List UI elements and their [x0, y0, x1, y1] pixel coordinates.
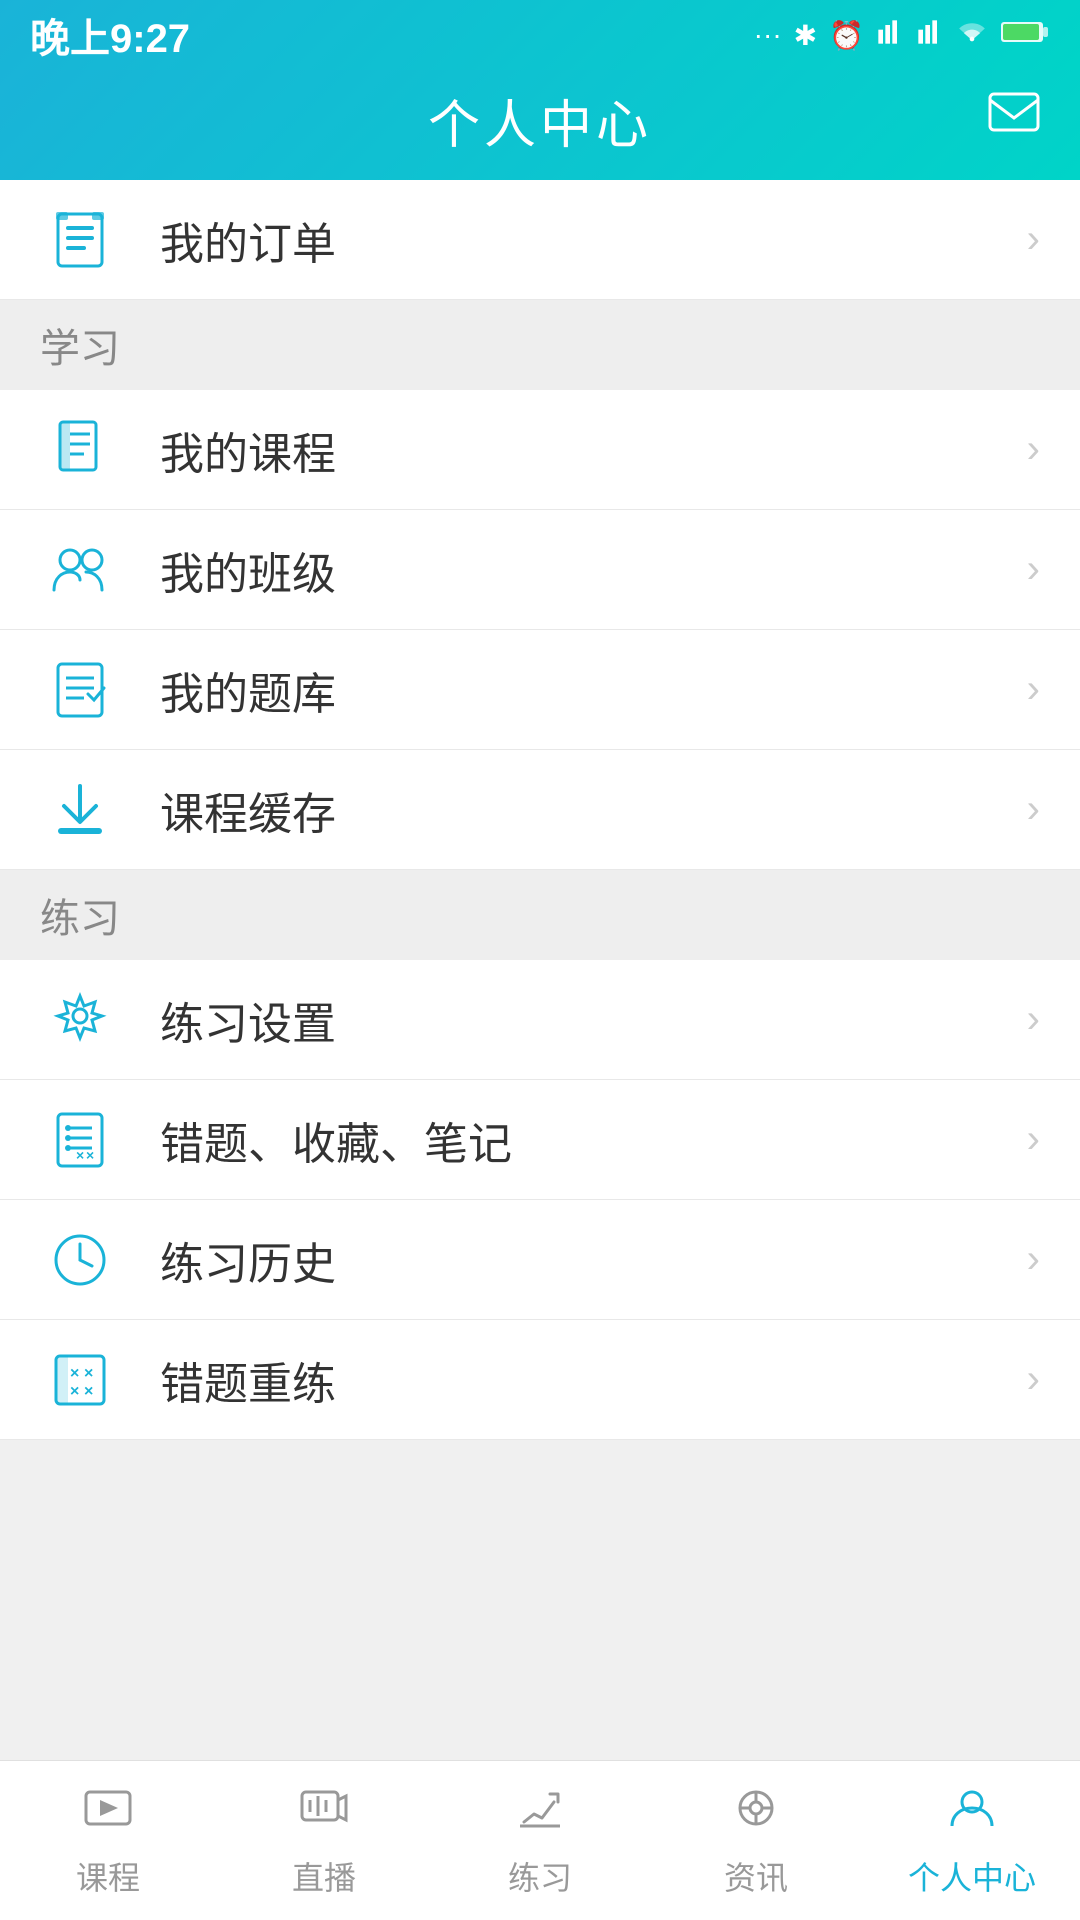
svg-text:×: ×: [84, 1383, 93, 1400]
signal1-icon: [876, 18, 904, 53]
status-time: 晚上9:27: [30, 6, 190, 64]
chevron-icon: ›: [1027, 1357, 1040, 1402]
courses-nav-label: 课程: [76, 1853, 140, 1899]
battery-icon: [1000, 18, 1050, 53]
download-icon: [40, 770, 120, 850]
svg-text:×: ×: [76, 1147, 84, 1163]
study-section-title: 学习: [40, 316, 120, 374]
news-nav-icon: [730, 1783, 782, 1843]
live-nav-icon: [298, 1783, 350, 1843]
signal2-icon: [916, 18, 944, 53]
main-content: 我的订单 › 学习 我的课程 ›: [0, 180, 1080, 1760]
svg-text:×: ×: [86, 1147, 94, 1163]
svg-text:×: ×: [70, 1383, 79, 1400]
profile-nav-label: 个人中心: [908, 1853, 1036, 1899]
nav-practice[interactable]: 练习: [432, 1761, 648, 1920]
my-orders-label: 我的订单: [160, 208, 1027, 272]
my-courses-item[interactable]: 我的课程 ›: [0, 390, 1080, 510]
practice-history-item[interactable]: 练习历史 ›: [0, 1200, 1080, 1320]
nav-news[interactable]: 资讯: [648, 1761, 864, 1920]
my-questions-item[interactable]: 我的题库 ›: [0, 630, 1080, 750]
profile-nav-icon: [946, 1783, 998, 1843]
course-cache-item[interactable]: 课程缓存 ›: [0, 750, 1080, 870]
chevron-icon: ›: [1027, 217, 1040, 262]
questions-icon: [40, 650, 120, 730]
my-courses-label: 我的课程: [160, 418, 1027, 482]
notes-icon: × ×: [40, 1100, 120, 1180]
message-icon[interactable]: [988, 92, 1040, 148]
settings-icon: [40, 980, 120, 1060]
app-header: 个人中心: [0, 70, 1080, 180]
my-class-item[interactable]: 我的班级 ›: [0, 510, 1080, 630]
practice-section-title: 练习: [40, 886, 120, 944]
practice-nav-label: 练习: [508, 1853, 572, 1899]
news-nav-label: 资讯: [724, 1853, 788, 1899]
courses-icon: [40, 410, 120, 490]
history-icon: [40, 1220, 120, 1300]
orders-icon: [40, 200, 120, 280]
my-orders-item[interactable]: 我的订单 ›: [0, 180, 1080, 300]
nav-profile[interactable]: 个人中心: [864, 1761, 1080, 1920]
status-icons: ··· ✱ ⏰: [754, 18, 1050, 53]
nav-courses[interactable]: 课程: [0, 1761, 216, 1920]
wrong-collect-notes-label: 错题、收藏、笔记: [160, 1108, 1027, 1172]
chevron-icon: ›: [1027, 1237, 1040, 1282]
practice-nav-icon: [514, 1783, 566, 1843]
practice-settings-label: 练习设置: [160, 988, 1027, 1052]
wifi-dots-icon: ···: [754, 19, 782, 51]
svg-text:×: ×: [70, 1365, 79, 1382]
my-class-label: 我的班级: [160, 538, 1027, 602]
chevron-icon: ›: [1027, 547, 1040, 592]
wifi-icon: [956, 18, 988, 53]
page-title: 个人中心: [428, 83, 652, 158]
chevron-icon: ›: [1027, 427, 1040, 472]
practice-section-header: 练习: [0, 870, 1080, 960]
chevron-icon: ›: [1027, 1117, 1040, 1162]
chevron-icon: ›: [1027, 997, 1040, 1042]
course-cache-label: 课程缓存: [160, 778, 1027, 842]
chevron-icon: ›: [1027, 667, 1040, 712]
wrong-retry-item[interactable]: × × × × 错题重练 ›: [0, 1320, 1080, 1440]
wrong-retry-label: 错题重练: [160, 1348, 1027, 1412]
practice-settings-item[interactable]: 练习设置 ›: [0, 960, 1080, 1080]
retry-icon: × × × ×: [40, 1340, 120, 1420]
courses-nav-icon: [82, 1783, 134, 1843]
status-bar: 晚上9:27 ··· ✱ ⏰: [0, 0, 1080, 70]
study-section-header: 学习: [0, 300, 1080, 390]
my-questions-label: 我的题库: [160, 658, 1027, 722]
bluetooth-icon: ✱: [794, 19, 817, 52]
alarm-icon: ⏰: [829, 19, 864, 52]
nav-live[interactable]: 直播: [216, 1761, 432, 1920]
wrong-collect-notes-item[interactable]: × × 错题、收藏、笔记 ›: [0, 1080, 1080, 1200]
practice-history-label: 练习历史: [160, 1228, 1027, 1292]
bottom-navigation: 课程 直播 练习: [0, 1760, 1080, 1920]
chevron-icon: ›: [1027, 787, 1040, 832]
class-icon: [40, 530, 120, 610]
svg-text:×: ×: [84, 1365, 93, 1382]
live-nav-label: 直播: [292, 1853, 356, 1899]
